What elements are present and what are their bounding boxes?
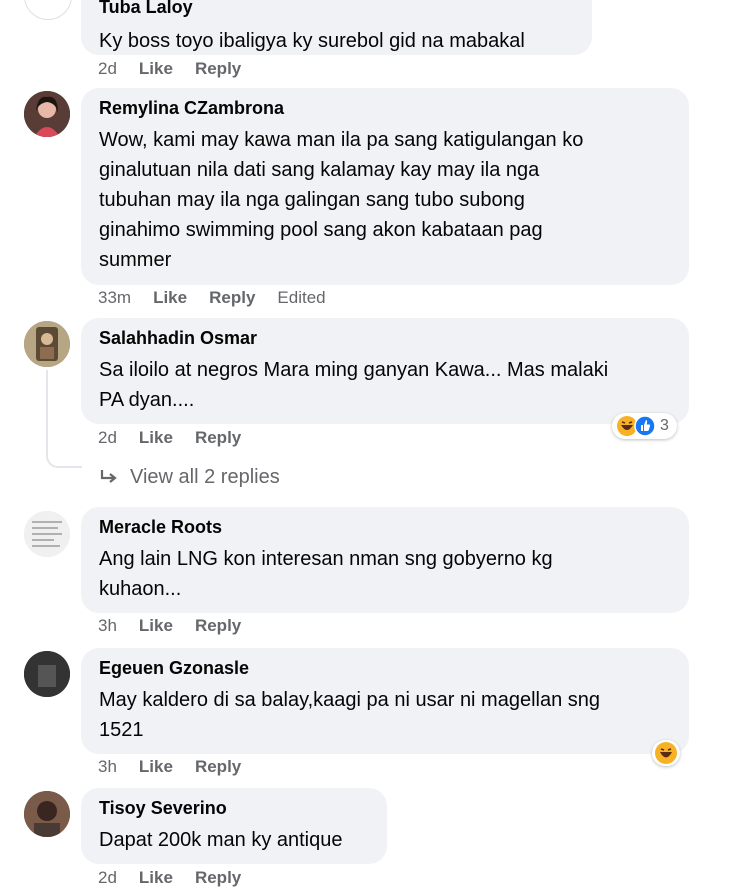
avatar[interactable] <box>24 651 70 697</box>
comment-time[interactable]: 3h <box>98 757 117 777</box>
reply-button[interactable]: Reply <box>195 757 241 777</box>
comment-text-line: Dapat 200k man ky antique <box>99 829 343 851</box>
comment-actions: 2d Like Reply <box>98 426 263 450</box>
comment-bubble: Tuba Laloy Ky boss toyo ibaligya ky sure… <box>81 0 592 55</box>
avatar-photo <box>24 651 70 697</box>
comment-text-line: Sa iloilo at negros Mara ming ganyan Kaw… <box>99 359 609 381</box>
like-button[interactable]: Like <box>139 616 173 636</box>
comment-text-line: kuhaon... <box>99 578 182 600</box>
avatar[interactable] <box>24 91 70 137</box>
avatar-photo <box>24 791 70 837</box>
comment-author[interactable]: Egeuen Gzonasle <box>99 657 671 679</box>
reply-button[interactable]: Reply <box>195 59 241 79</box>
comment-text-line: May kaldero di sa balay,kaagi pa ni usar… <box>99 689 601 711</box>
comment-author[interactable]: Salahhadin Osmar <box>99 327 671 349</box>
reaction-count: 3 <box>660 417 669 434</box>
comment-text-line: Wow, kami may kawa man ila pa sang katig… <box>99 129 584 151</box>
comment-text-line: ginahimo swimming pool sang akon kabataa… <box>99 219 543 241</box>
avatar[interactable] <box>24 0 72 20</box>
comment-text-line: ginalutuan nila dati sang kalamay kay ma… <box>99 159 540 181</box>
comment-bubble: Tisoy Severino Dapat 200k man ky antique <box>81 788 387 864</box>
view-replies-label: View all 2 replies <box>130 465 280 488</box>
comment-time[interactable]: 33m <box>98 288 131 308</box>
comment-time[interactable]: 2d <box>98 59 117 79</box>
like-button[interactable]: Like <box>139 59 173 79</box>
comment-actions: 2d Like Reply <box>98 866 263 890</box>
comment-author[interactable]: Tuba Laloy <box>99 0 574 18</box>
haha-emoji-icon <box>655 742 677 764</box>
like-button[interactable]: Like <box>139 428 173 448</box>
avatar[interactable] <box>24 791 70 837</box>
avatar[interactable] <box>24 321 70 367</box>
view-replies-button[interactable]: View all 2 replies <box>98 463 280 491</box>
avatar-photo <box>24 91 70 137</box>
like-button[interactable]: Like <box>139 868 173 888</box>
comment-author[interactable]: Meracle Roots <box>99 516 671 538</box>
comment-text: Ky boss toyo ibaligya ky surebol gid na … <box>99 30 525 52</box>
comment-time[interactable]: 2d <box>98 868 117 888</box>
edited-label[interactable]: Edited <box>277 288 325 308</box>
comment-bubble: Meracle Roots Ang lain LNG kon interesan… <box>81 507 689 613</box>
reply-button[interactable]: Reply <box>209 288 255 308</box>
comment-text-line: Ang lain LNG kon interesan nman sng goby… <box>99 548 553 570</box>
comment-text-line: PA dyan.... <box>99 389 195 411</box>
comment-text-line: 1521 <box>99 719 144 741</box>
avatar-photo <box>24 511 70 557</box>
comment-bubble: Remylina CZambrona Wow, kami may kawa ma… <box>81 88 689 285</box>
reply-button[interactable]: Reply <box>195 868 241 888</box>
comment-bubble: Egeuen Gzonasle May kaldero di sa balay,… <box>81 648 689 754</box>
like-button[interactable]: Like <box>139 757 173 777</box>
reaction-summary[interactable] <box>652 740 680 766</box>
comment-actions: 2d Like Reply <box>98 57 263 81</box>
comment-text-line: summer <box>99 249 172 271</box>
like-reaction-icon <box>634 415 656 437</box>
like-button[interactable]: Like <box>153 288 187 308</box>
reaction-summary[interactable]: 3 <box>612 413 677 439</box>
comment-bubble: Salahhadin Osmar Sa iloilo at negros Mar… <box>81 318 689 424</box>
thread-connector <box>46 370 82 468</box>
comment-actions: 33m Like Reply Edited <box>98 286 348 310</box>
reply-button[interactable]: Reply <box>195 428 241 448</box>
avatar-photo <box>24 321 70 367</box>
comment-actions: 3h Like Reply <box>98 614 263 638</box>
avatar[interactable] <box>24 511 70 557</box>
comment-text-line: tubuhan may ila nga galingan sang tubo s… <box>99 189 525 211</box>
comment-actions: 3h Like Reply <box>98 755 263 779</box>
reply-button[interactable]: Reply <box>195 616 241 636</box>
comment-author[interactable]: Remylina CZambrona <box>99 97 671 119</box>
reply-arrow-icon <box>100 470 117 483</box>
comment-author[interactable]: Tisoy Severino <box>99 797 369 819</box>
comment-time[interactable]: 2d <box>98 428 117 448</box>
comment-time[interactable]: 3h <box>98 616 117 636</box>
